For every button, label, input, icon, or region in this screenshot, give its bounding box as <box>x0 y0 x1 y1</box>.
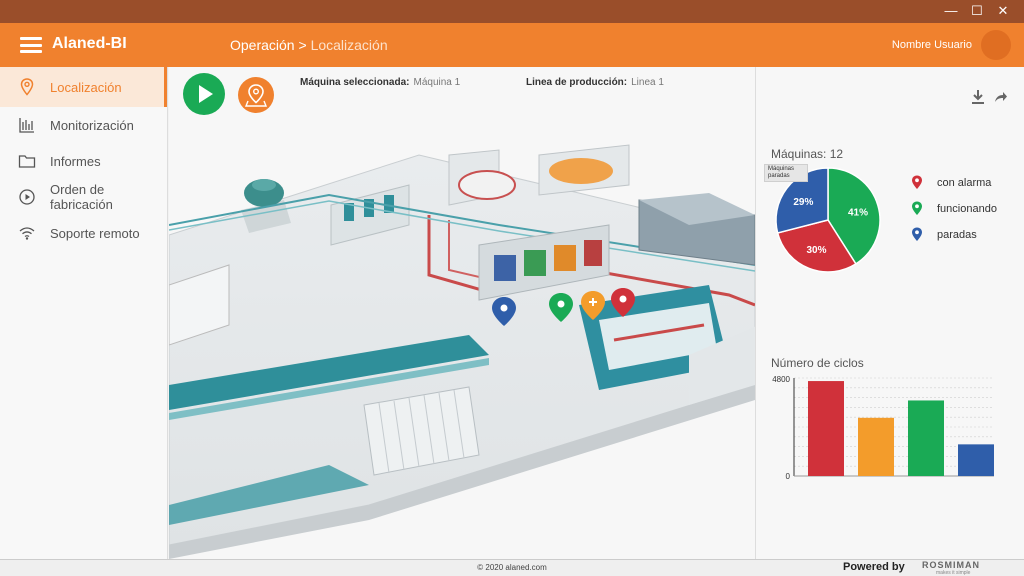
legend-item-running: funcionando <box>911 201 997 216</box>
brand-name: ROSMIMAN <box>922 560 980 570</box>
user-name[interactable]: Nombre Usuario <box>892 39 972 51</box>
menu-icon[interactable] <box>20 37 42 53</box>
running-pin-icon <box>912 201 922 215</box>
breadcrumb: Operación > Localización <box>230 37 388 53</box>
folder-icon <box>18 152 36 170</box>
sidebar-item-informes[interactable]: Informes <box>0 143 167 179</box>
share-icon[interactable] <box>993 89 1007 105</box>
cycles-bar-chart: 4800 0 <box>772 375 994 481</box>
brand-tagline: makes it simple <box>936 570 971 576</box>
play-button[interactable] <box>183 73 225 115</box>
production-line-label: Linea de producción: <box>526 77 628 88</box>
y-tick-label: 4800 <box>772 375 790 384</box>
sidebar-item-label: Localización <box>50 79 122 95</box>
footer: © 2020 alaned.com Powered by ROSMIMAN ma… <box>0 559 1024 576</box>
y-tick-label: 0 <box>786 472 791 481</box>
stats-panel: Máquinas: 12 41% 30% 29% Máquinas paradas … <box>755 67 1024 559</box>
window-titlebar: — ☐ ✕ <box>0 0 1024 23</box>
powered-by-text: Powered by <box>843 561 905 573</box>
main-panel: Máquina seleccionada: Máquina 1 Linea de … <box>169 67 755 559</box>
pie-tooltip: Máquinas paradas <box>764 164 808 182</box>
plant-map[interactable] <box>169 125 755 559</box>
selected-machine-info: Máquina seleccionada: Máquina 1 <box>300 77 460 88</box>
sidebar-item-orden-fabricacion[interactable]: Orden de fabricación <box>0 179 167 215</box>
download-icon[interactable] <box>971 89 985 105</box>
legend-item-stopped: paradas <box>911 227 977 242</box>
pie-slice-label: 29% <box>793 197 813 208</box>
stopped-pin-icon <box>912 227 922 241</box>
cycles-bar[interactable] <box>858 417 894 476</box>
alarm-pin-icon <box>912 175 922 189</box>
pie-slice-label: 41% <box>848 207 868 218</box>
cycles-title: Número de ciclos <box>771 356 864 370</box>
maximize-icon[interactable]: ☐ <box>970 3 984 19</box>
breadcrumb-root[interactable]: Operación <box>230 37 295 53</box>
map-location-button[interactable] <box>238 77 274 113</box>
legend-item-alarm: con alarma <box>911 175 991 190</box>
selected-machine-label: Máquina seleccionada: <box>300 77 410 88</box>
cycles-bar[interactable] <box>808 381 844 476</box>
sidebar-item-label: Orden de fabricación <box>50 182 113 212</box>
close-icon[interactable]: ✕ <box>996 3 1010 19</box>
avatar[interactable] <box>981 30 1011 60</box>
sidebar-item-localizacion[interactable]: Localización <box>0 67 167 107</box>
bar-chart-icon <box>18 116 36 134</box>
legend-label: funcionando <box>937 202 997 215</box>
play-icon <box>199 85 213 103</box>
play-circle-icon <box>18 188 36 206</box>
production-line-value: Linea 1 <box>631 77 664 88</box>
pie-slice-label: 30% <box>807 245 827 256</box>
legend-label: paradas <box>937 228 977 241</box>
sidebar-item-label: Informes <box>50 153 101 169</box>
selected-machine-value: Máquina 1 <box>413 77 461 88</box>
app-header: Alaned-BI Operación > Localización Nombr… <box>0 23 1024 67</box>
map-pin-icon <box>244 84 268 107</box>
sidebar: Localización Monitorización Informes Ord… <box>0 67 168 559</box>
app-title: Alaned-BI <box>52 35 127 52</box>
cycles-bar[interactable] <box>958 444 994 476</box>
cycles-bar[interactable] <box>908 400 944 476</box>
machines-title: Máquinas: 12 <box>771 147 844 161</box>
legend-label: con alarma <box>937 176 992 189</box>
sidebar-item-monitorizacion[interactable]: Monitorización <box>0 107 167 143</box>
brand-logo: ROSMIMAN makes it simple <box>922 560 980 576</box>
minimize-icon[interactable]: — <box>944 3 958 19</box>
production-line-info: Linea de producción: Linea 1 <box>526 77 664 88</box>
location-pin-icon <box>18 78 36 96</box>
sidebar-item-label: Soporte remoto <box>50 225 140 241</box>
breadcrumb-separator: > <box>294 37 311 53</box>
sidebar-item-soporte-remoto[interactable]: Soporte remoto <box>0 215 167 251</box>
wifi-icon <box>18 224 36 242</box>
breadcrumb-current: Localización <box>310 37 388 53</box>
sidebar-item-label: Monitorización <box>50 117 134 133</box>
